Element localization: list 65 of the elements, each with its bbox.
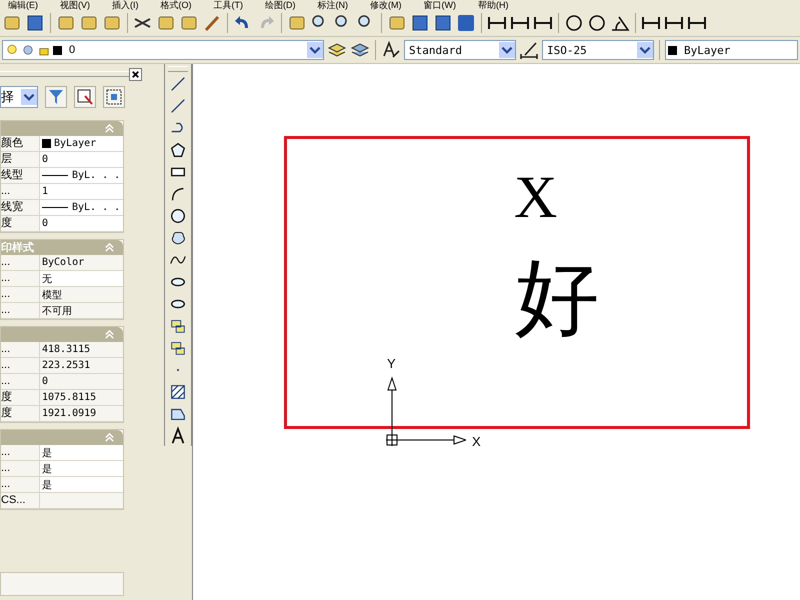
- circle-icon[interactable]: [564, 13, 584, 33]
- menu-item[interactable]: 帮助(H): [478, 0, 508, 10]
- layer-dropdown[interactable]: 0: [2, 40, 324, 60]
- property-value[interactable]: 1921.0919: [40, 406, 123, 421]
- menu-item[interactable]: 工具(T): [214, 0, 243, 10]
- polygon-icon[interactable]: [169, 140, 187, 160]
- property-value[interactable]: 0: [40, 216, 123, 231]
- hatch-icon[interactable]: [169, 382, 187, 402]
- property-value[interactable]: 418.3115: [40, 342, 123, 357]
- text-style-dropdown[interactable]: Standard: [404, 40, 516, 60]
- property-value[interactable]: ByL. . .: [40, 200, 123, 215]
- property-value[interactable]: ByLayer: [40, 136, 123, 151]
- circle-icon[interactable]: [587, 13, 607, 33]
- property-value[interactable]: 223.2531: [40, 358, 123, 373]
- property-value[interactable]: ByColor: [40, 255, 123, 270]
- menu-item[interactable]: 视图(V): [60, 0, 90, 10]
- property-value[interactable]: 不可用: [40, 303, 123, 318]
- property-label: 度: [1, 390, 40, 405]
- text-icon[interactable]: [169, 426, 187, 446]
- select-objects-icon[interactable]: [74, 86, 96, 108]
- property-value[interactable]: ByL. . .: [40, 168, 123, 183]
- dimension-style-icon[interactable]: [519, 40, 539, 60]
- text-style-icon[interactable]: [381, 40, 401, 60]
- axis-label: Y: [387, 356, 396, 371]
- filter-icon[interactable]: [45, 86, 67, 108]
- property-value[interactable]: 1: [40, 184, 123, 199]
- quick-select-icon[interactable]: [103, 86, 125, 108]
- property-label: ...: [1, 374, 40, 389]
- color-dropdown[interactable]: ByLayer: [665, 40, 798, 60]
- property-value[interactable]: 0: [40, 152, 123, 167]
- menu-item[interactable]: 标注(N): [318, 0, 348, 10]
- property-value[interactable]: 0: [40, 374, 123, 389]
- dimension-style-dropdown[interactable]: ISO-25: [542, 40, 654, 60]
- property-label: 度: [1, 406, 40, 421]
- menu-item[interactable]: 窗口(W): [424, 0, 456, 10]
- ucs-icon: [386, 376, 466, 446]
- menu-item[interactable]: 格式(O): [160, 0, 192, 10]
- drawing-text: 好: [515, 252, 599, 342]
- property-value[interactable]: 是: [40, 461, 123, 476]
- property-label: ...: [1, 287, 40, 302]
- property-label: ...: [1, 358, 40, 373]
- property-label: ...: [1, 255, 40, 270]
- lightbulb-icon: [5, 43, 19, 57]
- menu-item[interactable]: 插入(I): [112, 0, 138, 10]
- axis-label: X: [472, 434, 481, 449]
- section-title: 印样式: [1, 240, 34, 255]
- brush-icon[interactable]: [202, 13, 222, 33]
- color-swatch-icon: [53, 46, 62, 54]
- menu-item[interactable]: 绘图(D): [265, 0, 296, 10]
- property-value[interactable]: 1075.8115: [40, 390, 123, 405]
- property-label: ...: [1, 342, 40, 357]
- menu-item[interactable]: 修改(M): [370, 0, 402, 10]
- property-value[interactable]: 无: [40, 271, 123, 286]
- property-label: ...: [1, 303, 40, 318]
- color-swatch-icon: [668, 46, 677, 54]
- selection-dropdown[interactable]: 择: [0, 86, 38, 108]
- menu-item[interactable]: 编辑(E): [8, 0, 38, 10]
- drawing-text: X: [514, 163, 558, 232]
- property-value[interactable]: 模型: [40, 287, 123, 302]
- close-icon[interactable]: [129, 68, 142, 80]
- property-value[interactable]: 是: [40, 477, 123, 492]
- property-label: CS...: [1, 493, 40, 508]
- circle-icon[interactable]: [169, 206, 187, 226]
- save-icon[interactable]: [25, 13, 45, 33]
- property-value[interactable]: 是: [40, 445, 123, 460]
